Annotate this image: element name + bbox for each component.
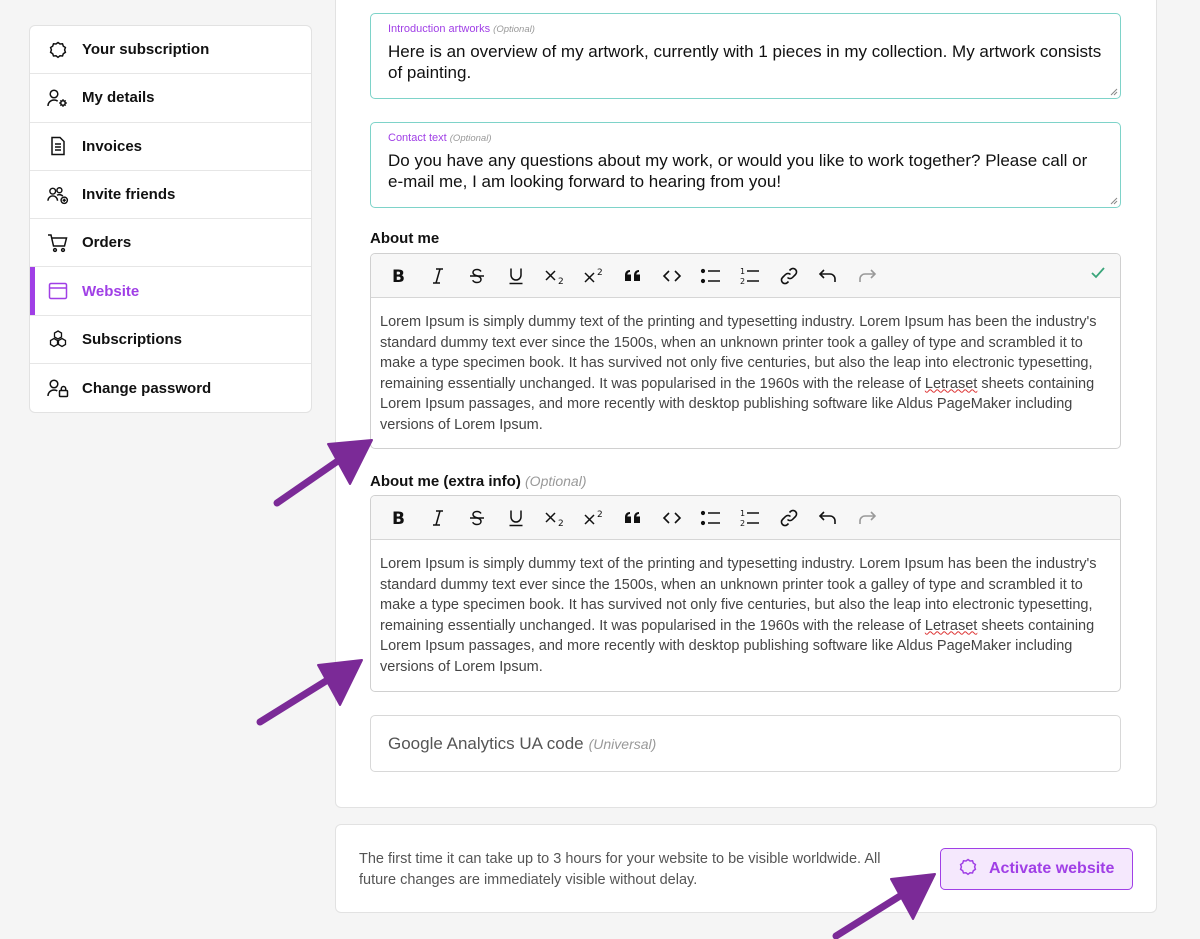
sidebar-item-label: Orders xyxy=(82,234,132,252)
about-me-extra-text[interactable]: Lorem Ipsum is simply dummy text of the … xyxy=(371,540,1120,691)
activation-note: The first time it can take up to 3 hours… xyxy=(359,851,881,888)
resize-handle-icon[interactable] xyxy=(1109,196,1118,205)
check-icon xyxy=(1090,266,1106,285)
svg-text:1: 1 xyxy=(740,267,745,276)
sidebar-item-label: Subscriptions xyxy=(82,330,183,348)
code-icon[interactable] xyxy=(652,254,691,298)
user-lock-icon xyxy=(47,377,69,399)
sidebar-item-label: Website xyxy=(82,282,140,300)
svg-text:2: 2 xyxy=(597,268,603,278)
sidebar-item-subscriptions[interactable]: Subscriptions xyxy=(30,316,311,365)
svg-text:B: B xyxy=(392,509,405,527)
subscript-icon[interactable]: 2 xyxy=(535,254,574,298)
underline-icon[interactable] xyxy=(496,496,535,540)
redo-icon[interactable] xyxy=(847,254,886,298)
svg-text:B: B xyxy=(392,267,405,285)
about-me-editor: B 2 2 12 Lorem Ipsum is simply dummy tex… xyxy=(370,253,1121,449)
introduction-artworks-field[interactable]: Introduction artworks (Optional) Here is… xyxy=(370,13,1121,99)
badge-icon xyxy=(47,39,69,61)
italic-icon[interactable] xyxy=(418,254,457,298)
sidebar-item-your-subscription[interactable]: Your subscription xyxy=(30,26,311,75)
sidebar-item-orders[interactable]: Orders xyxy=(30,219,311,268)
field-label: Contact text (Optional) xyxy=(388,132,492,144)
contact-text-field[interactable]: Contact text (Optional) Do you have any … xyxy=(370,122,1121,208)
sidebar-item-website[interactable]: Website xyxy=(30,267,311,316)
svg-text:1: 1 xyxy=(740,509,745,518)
link-icon[interactable] xyxy=(769,254,808,298)
cubes-icon xyxy=(47,328,69,350)
document-icon xyxy=(47,135,69,157)
editor-toolbar: B 2 2 12 xyxy=(371,254,1120,298)
about-me-extra-editor: B 2 2 12 Lorem Ipsum is simply dummy tex… xyxy=(370,495,1121,692)
google-analytics-input[interactable]: Google Analytics UA code (Universal) xyxy=(370,715,1121,772)
svg-text:2: 2 xyxy=(740,277,745,286)
sidebar-item-label: My details xyxy=(82,89,155,107)
italic-icon[interactable] xyxy=(418,496,457,540)
strikethrough-icon[interactable] xyxy=(457,254,496,298)
bold-icon[interactable]: B xyxy=(379,496,418,540)
field-label: Introduction artworks (Optional) xyxy=(388,23,535,35)
undo-icon[interactable] xyxy=(808,496,847,540)
sidebar-item-my-details[interactable]: My details xyxy=(30,74,311,123)
redo-icon[interactable] xyxy=(847,496,886,540)
contact-text-value[interactable]: Do you have any questions about my work,… xyxy=(388,150,1103,192)
quote-icon[interactable] xyxy=(613,496,652,540)
svg-text:2: 2 xyxy=(558,277,564,285)
sidebar-item-label: Change password xyxy=(82,379,212,397)
browser-window-icon xyxy=(47,280,69,302)
about-me-text[interactable]: Lorem Ipsum is simply dummy text of the … xyxy=(371,298,1120,448)
introduction-artworks-value[interactable]: Here is an overview of my artwork, curre… xyxy=(388,41,1103,83)
resize-handle-icon[interactable] xyxy=(1109,87,1118,96)
google-analytics-optional: (Universal) xyxy=(588,735,657,752)
svg-text:2: 2 xyxy=(740,519,745,528)
sidebar-item-invoices[interactable]: Invoices xyxy=(30,123,311,171)
svg-text:2: 2 xyxy=(558,519,564,527)
sidebar-item-change-password[interactable]: Change password xyxy=(30,364,311,412)
about-me-extra-label: About me (extra info) (Optional) xyxy=(370,473,587,490)
user-gear-icon xyxy=(47,87,69,109)
badge-icon xyxy=(958,857,978,882)
sidebar-item-label: Your subscription xyxy=(82,41,210,59)
bold-icon[interactable]: B xyxy=(379,254,418,298)
quote-icon[interactable] xyxy=(613,254,652,298)
strikethrough-icon[interactable] xyxy=(457,496,496,540)
subscript-icon[interactable]: 2 xyxy=(535,496,574,540)
activate-website-button[interactable]: Activate website xyxy=(940,848,1133,890)
underline-icon[interactable] xyxy=(496,254,535,298)
undo-icon[interactable] xyxy=(808,254,847,298)
sidebar-item-label: Invoices xyxy=(82,137,143,155)
superscript-icon[interactable]: 2 xyxy=(574,496,613,540)
link-icon[interactable] xyxy=(769,496,808,540)
google-analytics-placeholder: Google Analytics UA code xyxy=(388,733,584,753)
account-sidebar: Your subscription My details Invoices In… xyxy=(29,25,312,414)
activate-website-label: Activate website xyxy=(989,860,1115,877)
svg-text:2: 2 xyxy=(597,510,603,520)
users-plus-icon xyxy=(47,184,69,206)
superscript-icon[interactable]: 2 xyxy=(574,254,613,298)
cart-icon xyxy=(47,232,69,254)
activation-card: The first time it can take up to 3 hours… xyxy=(335,824,1157,913)
code-icon[interactable] xyxy=(652,496,691,540)
bullet-list-icon[interactable] xyxy=(691,496,730,540)
editor-toolbar: B 2 2 12 xyxy=(371,496,1120,540)
numbered-list-icon[interactable]: 12 xyxy=(730,496,769,540)
sidebar-item-invite-friends[interactable]: Invite friends xyxy=(30,171,311,220)
about-me-label: About me xyxy=(370,230,440,247)
sidebar-item-label: Invite friends xyxy=(82,186,176,204)
numbered-list-icon[interactable]: 12 xyxy=(730,254,769,298)
bullet-list-icon[interactable] xyxy=(691,254,730,298)
